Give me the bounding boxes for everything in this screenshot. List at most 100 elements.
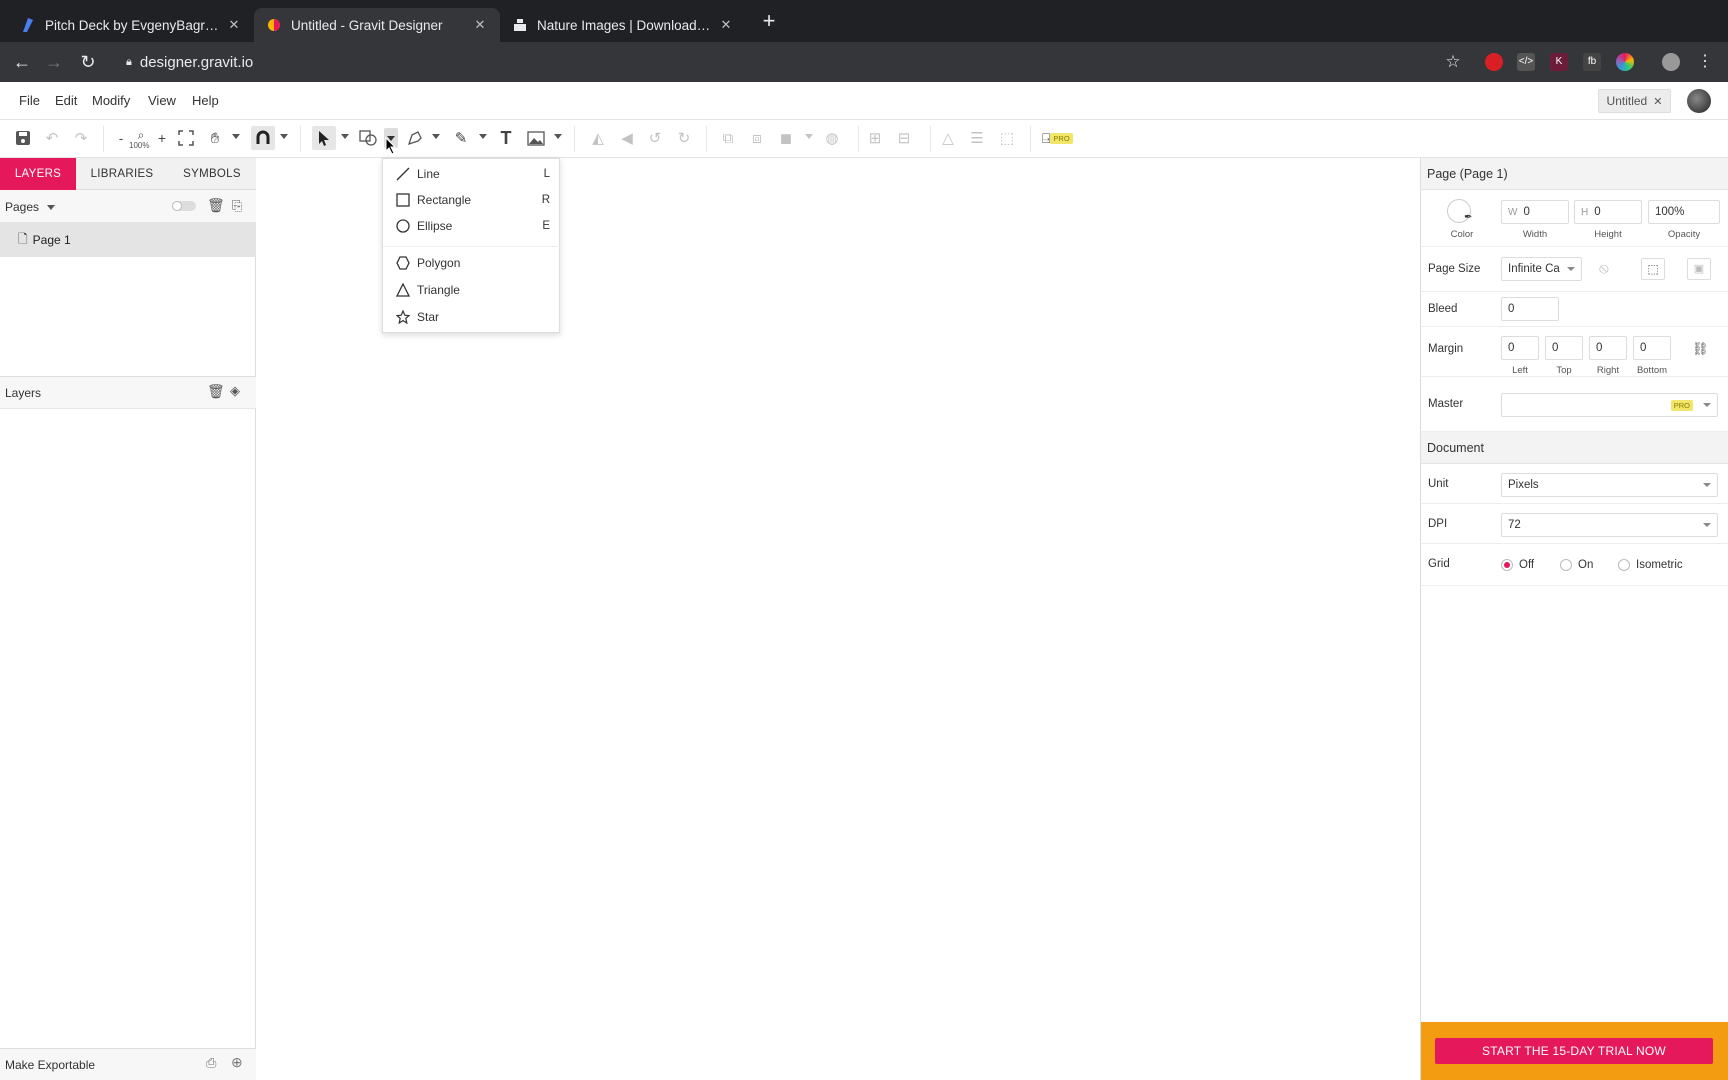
menu-help[interactable]: Help — [192, 93, 219, 108]
browser-menu-icon[interactable]: ⋮ — [1694, 51, 1716, 73]
close-icon[interactable]: ✕ — [226, 17, 242, 33]
rotate-right-icon[interactable]: ↻ — [674, 128, 694, 148]
profile-avatar-icon[interactable] — [1662, 53, 1680, 71]
slice-icon[interactable]: ⬚ — [997, 128, 1017, 148]
orientation-icon[interactable]: ⦸ — [1599, 260, 1609, 277]
url-field[interactable]: 🔒︎ designer.gravit.io — [126, 48, 1546, 76]
height-field[interactable]: H0 — [1574, 200, 1642, 224]
tab-symbols[interactable]: SYMBOLS — [170, 158, 254, 190]
redo-icon[interactable]: ↷ — [71, 128, 91, 148]
menu-item-ellipse[interactable]: Ellipse E — [383, 213, 561, 239]
margin-left-field[interactable]: 0 — [1501, 336, 1539, 360]
margin-top-field[interactable]: 0 — [1545, 336, 1583, 360]
save-icon[interactable] — [13, 128, 33, 148]
pencil-tool-icon[interactable]: ✎ — [451, 128, 471, 148]
chevron-down-icon[interactable] — [554, 134, 562, 139]
grid-off-radio[interactable] — [1501, 559, 1513, 571]
close-icon[interactable]: ✕ — [718, 17, 734, 33]
unit-select[interactable]: Pixels — [1501, 473, 1718, 497]
flip-horizontal-icon[interactable]: ◭ — [588, 128, 608, 148]
forward-icon[interactable]: → — [43, 51, 65, 73]
start-trial-button[interactable]: START THE 15-DAY TRIAL NOW — [1435, 1038, 1713, 1064]
menu-item-rectangle[interactable]: Rectangle R — [383, 187, 561, 213]
chevron-down-icon[interactable] — [341, 134, 349, 139]
make-exportable-link[interactable]: Make Exportable — [5, 1058, 95, 1072]
convert-path-icon[interactable]: △ — [938, 128, 958, 148]
extension-fb-icon[interactable]: fb — [1583, 53, 1601, 71]
grid-isometric-radio[interactable] — [1618, 559, 1630, 571]
export-settings-icon[interactable]: ⎙ — [206, 1055, 216, 1071]
mask-icon[interactable]: ◍ — [822, 128, 842, 148]
dpi-select[interactable]: 72 — [1501, 513, 1718, 537]
pointer-tool-icon[interactable] — [312, 126, 336, 150]
browser-tab-pitch-deck[interactable]: Pitch Deck by EvgenyBagro | G ✕ — [8, 8, 254, 42]
text-tool-icon[interactable]: T — [496, 128, 516, 148]
chevron-down-icon[interactable] — [805, 134, 813, 139]
browser-tab-gravit[interactable]: Untitled - Gravit Designer ✕ — [254, 8, 500, 42]
menu-edit[interactable]: Edit — [55, 93, 77, 108]
chevron-down-icon[interactable] — [47, 205, 55, 210]
extension-color-icon[interactable] — [1616, 53, 1634, 71]
page-size-select[interactable]: Infinite Ca — [1501, 257, 1582, 281]
hand-icon[interactable]: ✋︎ — [205, 128, 225, 148]
back-icon[interactable]: ← — [11, 51, 33, 73]
boolean-union-icon[interactable]: ⊞ — [865, 128, 885, 148]
boolean-subtract-icon[interactable]: ⊟ — [894, 128, 914, 148]
add-export-icon[interactable]: ⊕ — [231, 1054, 243, 1071]
grid-on-radio[interactable] — [1560, 559, 1572, 571]
extension-code-icon[interactable]: </> — [1517, 53, 1535, 71]
fit-page-icon[interactable]: ⬚ — [1641, 258, 1665, 280]
reload-icon[interactable]: ↻ — [77, 51, 99, 73]
menu-item-star[interactable]: Star — [383, 304, 561, 330]
browser-tab-nature-images[interactable]: Nature Images | Download Fre ✕ — [500, 8, 746, 42]
document-tab[interactable]: Untitled ✕ — [1598, 89, 1671, 113]
eyedropper-icon[interactable]: ✒︎ — [1464, 212, 1472, 223]
menu-item-polygon[interactable]: Polygon — [383, 250, 561, 276]
rotate-left-icon[interactable]: ↺ — [645, 128, 665, 148]
export-pro-button[interactable]: ⍈ PRO — [1042, 128, 1074, 148]
extension-k-icon[interactable]: K — [1550, 53, 1568, 71]
close-icon[interactable]: ✕ — [1653, 95, 1662, 108]
chevron-down-icon[interactable] — [479, 134, 487, 139]
image-tool-icon[interactable] — [526, 128, 546, 148]
avatar[interactable] — [1687, 89, 1711, 113]
chevron-down-icon[interactable] — [432, 134, 440, 139]
opacity-field[interactable]: 100% — [1648, 200, 1720, 224]
menu-view[interactable]: View — [148, 93, 176, 108]
shape-tool-icon[interactable] — [358, 128, 378, 148]
trash-icon[interactable]: 🗑︎ — [207, 197, 225, 214]
menu-modify[interactable]: Modify — [92, 93, 130, 108]
resize-to-content-icon[interactable]: ▣ — [1687, 258, 1711, 280]
flip-vertical-icon[interactable]: ◀ — [617, 128, 637, 148]
undo-icon[interactable]: ↶ — [42, 128, 62, 148]
add-page-icon[interactable]: ⎘ — [232, 198, 242, 214]
align-icon[interactable]: ☰ — [967, 128, 987, 148]
menu-item-triangle[interactable]: Triangle — [383, 277, 561, 303]
ungroup-icon[interactable]: ⧈ — [747, 128, 767, 148]
extension-icon[interactable] — [1485, 53, 1503, 71]
fit-screen-icon[interactable] — [176, 128, 196, 148]
add-layer-icon[interactable]: ◈ — [230, 383, 240, 399]
menu-item-line[interactable]: Line L — [383, 161, 561, 187]
tab-layers[interactable]: LAYERS — [0, 158, 76, 190]
bookmark-star-icon[interactable]: ☆ — [1442, 51, 1464, 73]
page-list-item[interactable]: 🗋︎ Page 1 — [0, 223, 256, 257]
bleed-field[interactable]: 0 — [1501, 297, 1559, 321]
arrange-icon[interactable]: ◼ — [776, 128, 796, 148]
chevron-down-icon[interactable] — [232, 134, 240, 139]
pen-tool-icon[interactable] — [405, 128, 425, 148]
group-icon[interactable]: ⧉ — [718, 128, 738, 148]
trash-icon[interactable]: 🗑︎ — [207, 383, 225, 400]
margin-bottom-field[interactable]: 0 — [1633, 336, 1671, 360]
width-field[interactable]: W0 — [1501, 200, 1569, 224]
new-tab-icon[interactable]: + — [758, 10, 780, 32]
snap-magnet-icon[interactable] — [251, 126, 275, 150]
link-margins-icon[interactable]: ⛓︎ — [1692, 341, 1709, 357]
chevron-down-icon[interactable] — [280, 134, 288, 139]
pages-toggle[interactable] — [172, 201, 196, 211]
zoom-in-button[interactable]: + — [152, 128, 172, 148]
zoom-out-button[interactable]: - — [111, 128, 131, 148]
master-select[interactable]: PRO — [1501, 393, 1718, 417]
close-icon[interactable]: ✕ — [472, 17, 488, 33]
menu-file[interactable]: File — [19, 93, 40, 108]
